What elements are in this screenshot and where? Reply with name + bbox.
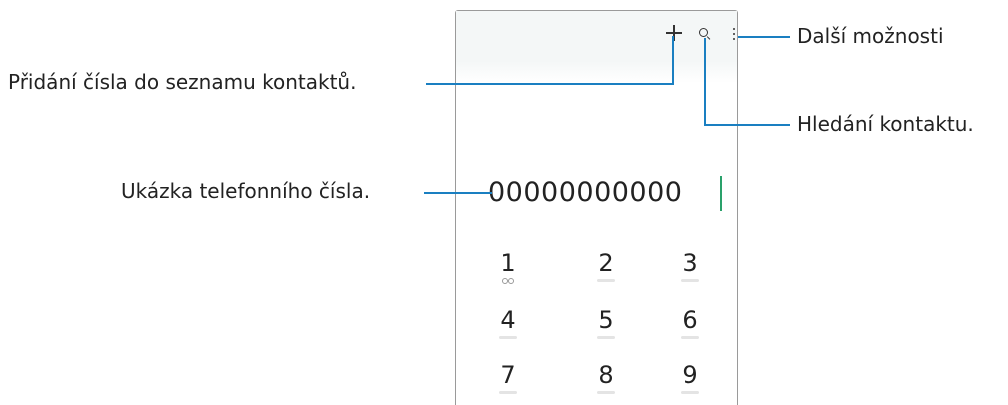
- dial-key-digit: 5: [598, 306, 614, 334]
- dial-key-5[interactable]: 5: [586, 306, 626, 339]
- dialer-header-fade: [456, 61, 737, 83]
- phone-number-display[interactable]: 00000000000: [488, 177, 682, 208]
- dial-key-letters: [597, 336, 615, 339]
- screenshot-canvas: 00000000000 1 2 3 4 5 6 7 8 9 Další možn…: [0, 0, 1008, 405]
- dial-key-3[interactable]: 3: [670, 249, 710, 282]
- dial-key-digit: 4: [500, 306, 516, 334]
- callout-add-contact: Přidání čísla do seznamu kontaktů.: [8, 70, 357, 94]
- dial-key-2[interactable]: 2: [586, 249, 626, 282]
- search-icon-handle: [706, 36, 711, 41]
- more-dot: [733, 38, 735, 40]
- dial-key-digit: 8: [598, 361, 614, 389]
- more-dot: [733, 33, 735, 35]
- text-cursor: [720, 176, 722, 211]
- plus-icon[interactable]: [666, 25, 682, 41]
- dial-key-1[interactable]: 1: [488, 249, 528, 284]
- dial-key-digit: 7: [500, 361, 516, 389]
- callout-number-preview: Ukázka telefonního čísla.: [121, 179, 371, 203]
- dial-key-digit: 3: [682, 249, 698, 277]
- dial-key-letters: [499, 391, 517, 394]
- leader-line-add-contact: [426, 83, 674, 85]
- dial-key-letters: [681, 391, 699, 394]
- dial-key-letters: [597, 279, 615, 282]
- callout-search-contact: Hledání kontaktu.: [797, 112, 974, 136]
- dial-key-letters: [499, 336, 517, 339]
- leader-line-search-contact: [704, 124, 790, 126]
- dial-key-digit: 2: [598, 249, 614, 277]
- leader-line-add-contact-vertical: [672, 36, 674, 85]
- dialer-header: [456, 11, 737, 61]
- callout-more-options: Další možnosti: [797, 24, 944, 48]
- dial-key-letters: [597, 391, 615, 394]
- dial-key-7[interactable]: 7: [488, 361, 528, 394]
- dial-key-4[interactable]: 4: [488, 306, 528, 339]
- dial-key-6[interactable]: 6: [670, 306, 710, 339]
- dial-key-9[interactable]: 9: [670, 361, 710, 394]
- leader-line-search-contact-vertical: [704, 38, 706, 126]
- dial-key-digit: 9: [682, 361, 698, 389]
- more-dot: [733, 28, 735, 30]
- leader-line-more-options: [738, 36, 790, 38]
- dial-key-letters: [681, 279, 699, 282]
- leader-line-number-preview: [424, 192, 492, 194]
- dial-key-digit: 6: [682, 306, 698, 334]
- voicemail-icon: [502, 278, 514, 284]
- phone-screen: 00000000000 1 2 3 4 5 6 7 8 9: [455, 10, 738, 405]
- more-vert-icon[interactable]: [732, 28, 736, 42]
- dial-key-8[interactable]: 8: [586, 361, 626, 394]
- dial-key-letters: [681, 336, 699, 339]
- dial-key-digit: 1: [500, 249, 516, 277]
